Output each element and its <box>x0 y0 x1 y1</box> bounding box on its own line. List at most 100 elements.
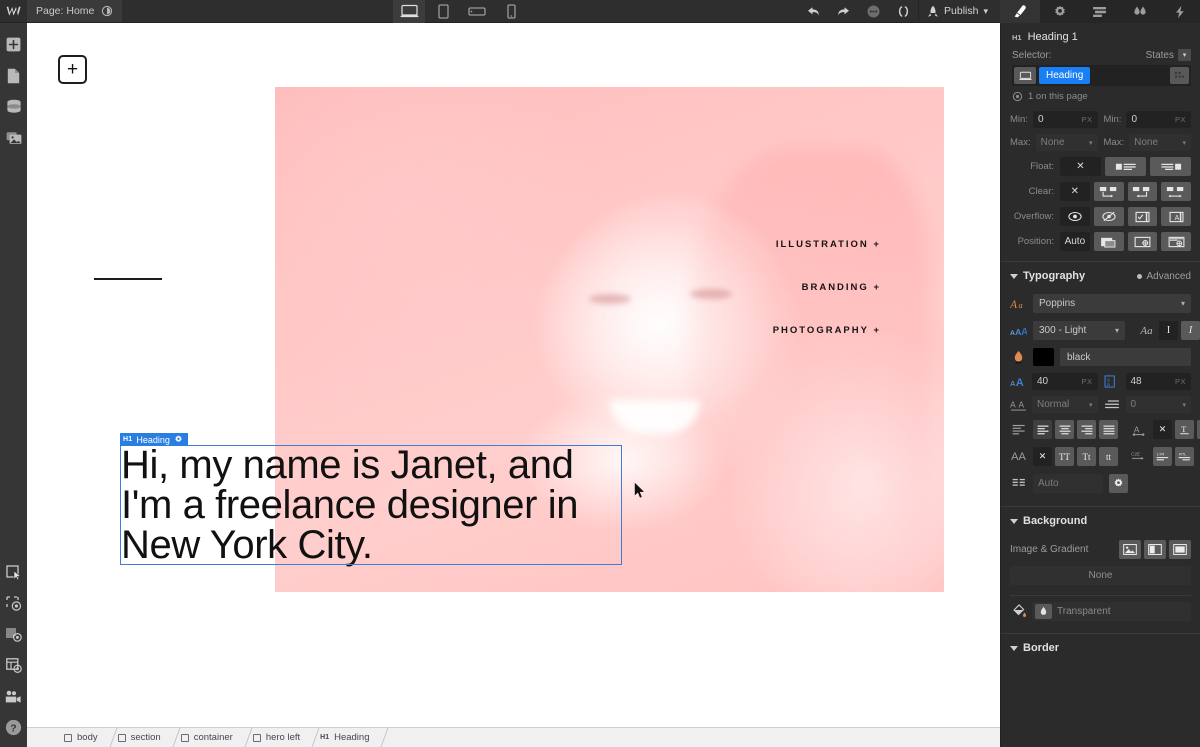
font-style-normal-icon[interactable]: Aa <box>1137 321 1156 340</box>
tab-navigator[interactable] <box>1080 0 1120 23</box>
background-overlay-icon[interactable] <box>1169 540 1191 559</box>
selector-desktop-icon[interactable] <box>1014 67 1036 84</box>
typography-advanced-toggle[interactable]: Advanced <box>1136 271 1191 282</box>
device-mobile-landscape-button[interactable] <box>461 0 493 23</box>
align-right-button[interactable] <box>1077 420 1096 439</box>
chevron-down-icon[interactable] <box>1010 518 1018 524</box>
site-logo-plus[interactable]: + <box>58 55 87 84</box>
background-gradient-icon[interactable] <box>1144 540 1166 559</box>
video-camera-icon[interactable] <box>0 681 27 712</box>
cms-database-icon[interactable] <box>0 91 27 122</box>
element-outlines-eye-icon[interactable] <box>0 588 27 619</box>
help-question-icon[interactable]: ? <box>0 712 27 743</box>
background-image-none-value[interactable]: None <box>1010 566 1191 585</box>
design-canvas[interactable]: + ILLUSTRATION + BRANDING + PHOTOGRAPHY … <box>27 23 1000 747</box>
device-mobile-portrait-button[interactable] <box>495 0 527 23</box>
background-section-header[interactable]: Background <box>1001 507 1200 535</box>
undo-arrow-icon[interactable] <box>798 0 828 23</box>
position-auto-button[interactable]: Auto <box>1060 232 1090 251</box>
tab-effects[interactable] <box>1160 0 1200 23</box>
float-none-button[interactable]: ✕ <box>1060 157 1101 176</box>
droplet-icon[interactable] <box>1035 604 1052 619</box>
tab-settings[interactable] <box>1040 0 1080 23</box>
clear-right-button[interactable] <box>1127 182 1158 201</box>
min-height-input[interactable]: 0 PX <box>1126 111 1191 128</box>
clear-none-button[interactable]: ✕ <box>1060 182 1090 201</box>
background-image-icon[interactable] <box>1119 540 1141 559</box>
transform-lowercase-button[interactable]: tt <box>1099 447 1118 466</box>
nav-link-illustration[interactable]: ILLUSTRATION + <box>776 239 881 250</box>
chevron-down-icon[interactable]: ▾ <box>1178 49 1191 61</box>
text-color-swatch[interactable] <box>1033 348 1054 366</box>
overflow-visible-button[interactable] <box>1060 207 1090 226</box>
cursor-select-icon[interactable] <box>0 557 27 588</box>
decoration-underline-button[interactable]: T <box>1175 420 1194 439</box>
add-elements-plus-icon[interactable] <box>0 29 27 60</box>
align-justify-button[interactable] <box>1099 420 1118 439</box>
decoration-none-button[interactable]: ✕ <box>1153 420 1172 439</box>
border-section-header[interactable]: Border <box>1001 634 1200 662</box>
breadcrumb-item-section[interactable]: section <box>108 728 171 747</box>
clear-left-button[interactable] <box>1093 182 1124 201</box>
max-height-input[interactable]: None ▾ <box>1129 134 1191 151</box>
selector-class-chip[interactable]: Heading <box>1039 67 1091 84</box>
breadcrumb-item-container[interactable]: container <box>171 728 243 747</box>
direction-rtl-button[interactable]: RTL <box>1175 447 1194 466</box>
align-center-button[interactable] <box>1055 420 1074 439</box>
tab-interactions[interactable] <box>1120 0 1160 23</box>
publish-button[interactable]: Publish ▾ <box>918 0 1000 23</box>
overflow-hidden-button[interactable] <box>1093 207 1124 226</box>
font-style-italic-button[interactable]: I <box>1181 321 1200 340</box>
breadcrumb-item-body[interactable]: body <box>54 728 108 747</box>
selection-badge[interactable]: H1 Heading <box>120 433 188 446</box>
chevron-down-icon[interactable] <box>1010 273 1018 279</box>
typography-section-header[interactable]: Typography Advanced <box>1001 262 1200 290</box>
text-color-value[interactable]: black <box>1060 348 1191 366</box>
page-selector[interactable]: Page: Home <box>27 0 123 22</box>
layout-preview-eye-icon[interactable] <box>0 650 27 681</box>
align-left-button[interactable] <box>1033 420 1052 439</box>
nav-link-branding[interactable]: BRANDING + <box>802 282 881 293</box>
max-width-input[interactable]: None ▾ <box>1035 134 1098 151</box>
font-weight-select[interactable]: 300 - Light ▾ <box>1033 321 1125 340</box>
font-family-select[interactable]: Poppins ▾ <box>1033 294 1191 313</box>
selector-bar[interactable]: Heading <box>1012 65 1191 86</box>
font-style-upright-button[interactable]: I <box>1159 321 1178 340</box>
nav-link-photography[interactable]: PHOTOGRAPHY + <box>773 325 881 336</box>
position-fixed-button[interactable] <box>1161 232 1191 251</box>
code-brackets-icon[interactable] <box>888 0 918 23</box>
columns-input[interactable]: Auto <box>1033 474 1103 493</box>
chevron-down-icon[interactable] <box>1010 645 1018 651</box>
guides-eye-icon[interactable] <box>0 619 27 650</box>
clear-both-button[interactable] <box>1161 182 1191 201</box>
device-desktop-button[interactable] <box>393 0 426 23</box>
breadcrumb-item-heading[interactable]: H1 Heading <box>310 728 379 747</box>
pages-page-icon[interactable] <box>0 60 27 91</box>
states-dropdown[interactable]: States ▾ <box>1146 49 1191 61</box>
position-absolute-button[interactable] <box>1127 232 1158 251</box>
comment-bubble-icon[interactable] <box>858 0 888 23</box>
selector-options-icon[interactable] <box>1170 67 1189 84</box>
background-color-input[interactable]: Transparent <box>1032 602 1191 621</box>
position-relative-button[interactable] <box>1093 232 1124 251</box>
direction-ltr-button[interactable]: LTR <box>1153 447 1172 466</box>
transform-none-button[interactable]: ✕ <box>1033 447 1052 466</box>
overflow-auto-button[interactable]: A <box>1161 207 1191 226</box>
redo-arrow-icon[interactable] <box>828 0 858 23</box>
overflow-scroll-button[interactable] <box>1127 207 1158 226</box>
transform-uppercase-button[interactable]: TT <box>1055 447 1074 466</box>
text-indent-input[interactable]: 0 ▾ <box>1125 396 1191 413</box>
preview-eye-icon[interactable] <box>100 5 113 18</box>
webflow-logo[interactable] <box>0 0 27 22</box>
columns-settings-gear-icon[interactable] <box>1109 474 1128 493</box>
min-width-input[interactable]: 0 PX <box>1032 111 1098 128</box>
float-left-button[interactable] <box>1105 157 1146 176</box>
assets-images-icon[interactable] <box>0 122 27 153</box>
gear-icon[interactable] <box>174 435 183 444</box>
tab-style[interactable] <box>1000 0 1041 23</box>
letter-spacing-input[interactable]: Normal ▾ <box>1032 396 1098 413</box>
device-tablet-button[interactable] <box>427 0 459 23</box>
font-size-input[interactable]: 40 PX <box>1032 373 1098 390</box>
float-right-button[interactable] <box>1150 157 1191 176</box>
breadcrumb-item-hero-left[interactable]: hero left <box>243 728 310 747</box>
